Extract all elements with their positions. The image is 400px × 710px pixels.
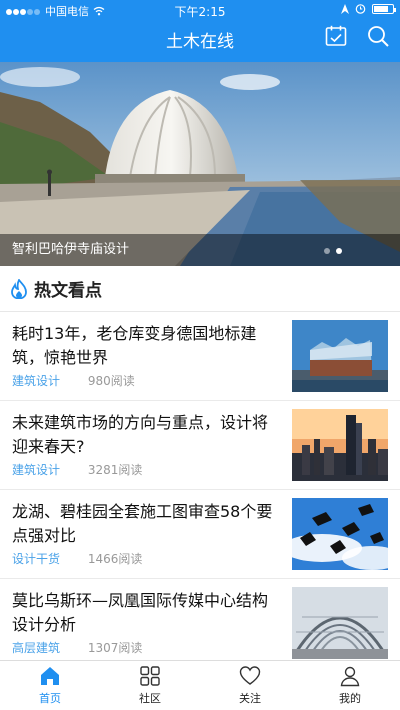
article-title[interactable]: 耗时13年，老仓库变身德国地标建筑，惊艳世界 [12,322,274,370]
tab-bar: 首页 社区 关注 我的 [0,660,400,710]
article-category[interactable]: 高层建筑 [12,641,60,655]
article-thumbnail[interactable] [292,498,388,570]
article-meta: 高层建筑 1307阅读 [12,639,142,656]
article-meta: 设计干货 1466阅读 [12,550,142,567]
search-icon[interactable] [366,24,390,48]
article-meta: 建筑设计 3281阅读 [12,461,142,478]
article-title[interactable]: 未来建筑市场的方向与重点，设计将迎来春天? [12,411,274,459]
article-reads: 980阅读 [87,374,135,388]
article-meta: 建筑设计 980阅读 [12,372,135,389]
article-thumbnail[interactable] [292,320,388,392]
heart-icon [239,666,261,685]
flame-icon [11,278,27,299]
article-list: 耗时13年，老仓库变身德国地标建筑，惊艳世界 建筑设计 980阅读 未来建筑市场… [0,312,400,668]
article-title[interactable]: 龙湖、碧桂园全套施工图审查58个要点强对比 [12,500,274,548]
article-item[interactable]: 龙湖、碧桂园全套施工图审查58个要点强对比 设计干货 1466阅读 [0,490,400,579]
person-icon [340,666,360,687]
calendar-icon[interactable] [324,24,348,48]
carousel-dot-active [336,248,342,254]
status-time: 下午2:15 [174,5,226,19]
article-reads: 3281阅读 [87,463,143,477]
home-icon [41,667,59,685]
tab-home[interactable]: 首页 [0,661,100,710]
tab-profile[interactable]: 我的 [300,661,400,710]
section-title: 热文看点 [34,281,102,301]
alarm-icon [355,4,366,14]
article-category[interactable]: 建筑设计 [12,374,60,388]
article-reads: 1307阅读 [87,641,143,655]
carousel-dot [324,248,330,254]
article-item[interactable]: 莫比乌斯环—凤凰国际传媒中心结构设计分析 高层建筑 1307阅读 [0,579,400,668]
article-category[interactable]: 设计干货 [12,552,60,566]
banner-carousel[interactable]: 智利巴哈伊寺庙设计 [0,62,400,266]
status-bar: 中国电信 下午2:15 [0,0,400,20]
tab-community[interactable]: 社区 [100,661,200,710]
tab-label: 社区 [139,692,161,705]
article-title[interactable]: 莫比乌斯环—凤凰国际传媒中心结构设计分析 [12,589,274,637]
article-reads: 1466阅读 [87,552,143,566]
article-thumbnail[interactable] [292,587,388,659]
section-header: 热文看点 [0,266,400,312]
location-icon [341,3,349,14]
battery-icon [372,3,396,14]
article-item[interactable]: 耗时13年，老仓库变身德国地标建筑，惊艳世界 建筑设计 980阅读 [0,312,400,401]
article-category[interactable]: 建筑设计 [12,463,60,477]
grid-icon [140,666,160,686]
carousel-indicator [324,248,342,254]
tab-label: 我的 [339,692,361,705]
tab-label: 首页 [39,692,61,705]
app-header: 中国电信 下午2:15 土木在线 [0,0,400,62]
tab-follow[interactable]: 关注 [200,661,300,710]
tab-label: 关注 [239,692,261,705]
article-item[interactable]: 未来建筑市场的方向与重点，设计将迎来春天? 建筑设计 3281阅读 [0,401,400,490]
article-thumbnail[interactable] [292,409,388,481]
